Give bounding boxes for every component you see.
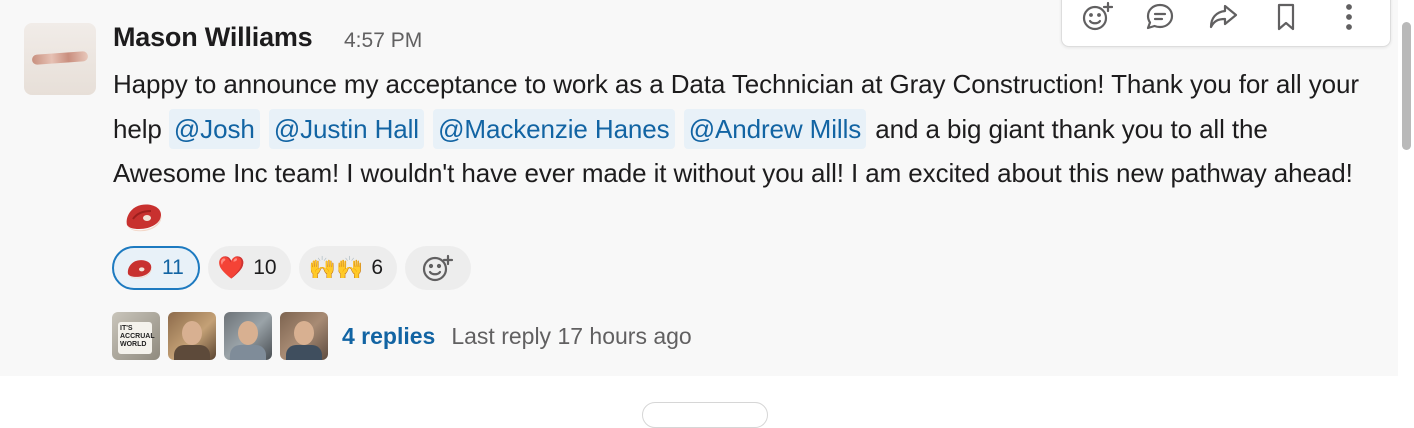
reply-in-thread-action[interactable]	[1139, 0, 1182, 39]
heart-icon: ❤️	[217, 255, 246, 280]
reply-in-thread-icon	[1147, 3, 1174, 29]
scrollbar-thumb[interactable]	[1402, 22, 1411, 150]
reaction-count: 11	[162, 256, 184, 279]
steak-icon	[126, 203, 162, 231]
more-actions-icon	[1345, 3, 1352, 30]
add-emoji-icon	[422, 254, 454, 282]
message-container: Mason Williams 4:57 PM Happy to announce…	[0, 0, 1398, 376]
replies-link[interactable]: 4 replies	[342, 323, 435, 350]
more-actions-button[interactable]	[1327, 0, 1370, 39]
face-image	[294, 321, 314, 345]
share-action[interactable]	[1202, 0, 1245, 39]
share-icon	[1209, 4, 1238, 28]
message-actions-toolbar	[1061, 0, 1391, 47]
raised-hands-icon: 🙌🙌	[308, 255, 364, 280]
reaction-count: 6	[371, 256, 384, 279]
mention-josh[interactable]: @Josh	[168, 108, 260, 149]
add-reaction-action[interactable]	[1076, 0, 1119, 39]
scrollbar[interactable]	[1398, 0, 1414, 408]
thread-summary[interactable]: IT'S ACCRUAL WORLD 4 replies Last reply …	[112, 312, 692, 360]
reply-avatar-1[interactable]: IT'S ACCRUAL WORLD	[112, 312, 160, 360]
reaction-steak[interactable]: 11	[112, 246, 200, 290]
mention-mackenzie-hanes[interactable]: @Mackenzie Hanes	[433, 108, 675, 149]
last-reply-time: Last reply 17 hours ago	[451, 322, 692, 349]
shirt-image	[286, 345, 322, 360]
mention-andrew-mills[interactable]: @Andrew Mills	[683, 108, 867, 149]
date-divider-pill[interactable]	[642, 402, 768, 428]
bookmark-action[interactable]	[1264, 0, 1307, 39]
reply-avatar-3[interactable]	[224, 312, 272, 360]
shirt-image	[174, 345, 210, 360]
bacon-image	[31, 51, 89, 65]
reaction-count: 10	[253, 256, 277, 279]
message-timestamp[interactable]: 4:57 PM	[344, 29, 422, 53]
add-reaction-icon	[1083, 1, 1114, 30]
face-image	[238, 321, 258, 345]
sender-avatar[interactable]	[24, 23, 96, 95]
shirt-image	[230, 345, 266, 360]
reaction-raised-hands[interactable]: 🙌🙌 6	[298, 246, 398, 290]
steak-icon	[127, 260, 152, 279]
message-body: Happy to announce my acceptance to work …	[113, 62, 1373, 240]
reactions-bar: 11 ❤️ 10 🙌🙌 6	[112, 246, 472, 290]
mention-justin-hall[interactable]: @Justin Hall	[268, 108, 424, 149]
reply-avatar-2[interactable]	[168, 312, 216, 360]
add-reaction-button[interactable]	[405, 246, 472, 290]
bookmark-icon	[1277, 3, 1294, 30]
reaction-heart[interactable]: ❤️ 10	[207, 246, 291, 290]
reply-avatar-4[interactable]	[280, 312, 328, 360]
sender-name[interactable]: Mason Williams	[113, 22, 313, 53]
face-image	[182, 321, 202, 345]
mug-image: IT'S ACCRUAL WORLD	[118, 322, 155, 354]
